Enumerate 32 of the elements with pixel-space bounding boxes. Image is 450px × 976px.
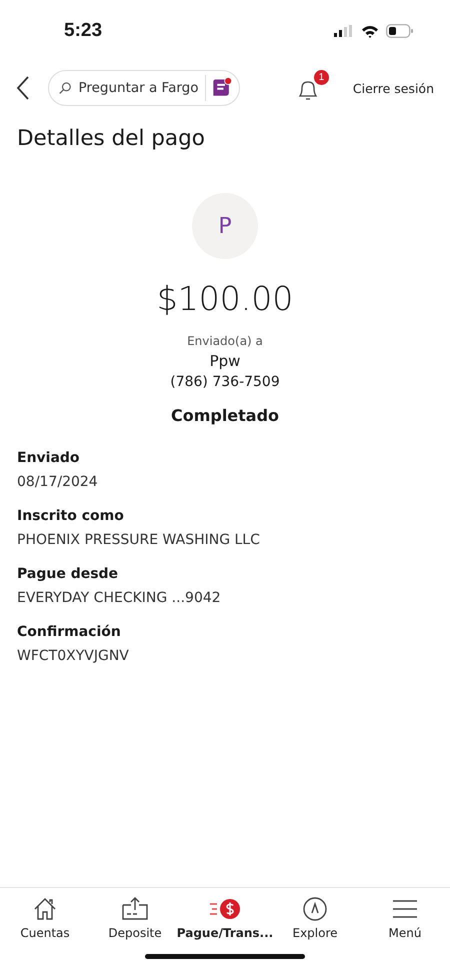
- search-icon: [59, 80, 72, 96]
- detail-label: Inscrito como: [17, 508, 125, 524]
- detail-label: Enviado: [17, 450, 81, 466]
- detail-value: 08/17/2024: [17, 474, 99, 490]
- detail-value: WFCT0XYVJGNV: [17, 648, 130, 664]
- recipient-name: Ppw: [210, 352, 240, 370]
- compass-icon: [302, 896, 328, 922]
- notification-badge: 1: [314, 70, 329, 85]
- recipient-phone: (786) 736-7509: [170, 374, 280, 390]
- detail-label: Confirmación: [17, 624, 122, 640]
- payment-status: Completado: [170, 406, 280, 425]
- detail-label: Pague desde: [17, 566, 120, 582]
- payment-amount: $100.00: [156, 279, 294, 318]
- dollar-coin-icon: [208, 896, 242, 922]
- tab-bar-item[interactable]: Pague/Trans...: [180, 896, 270, 940]
- avatar: P: [192, 193, 258, 259]
- logout-link[interactable]: Cierre sesión: [352, 80, 434, 96]
- search-bar[interactable]: Preguntar a Fargo: [48, 70, 240, 106]
- page-title: Detalles del pago: [17, 126, 206, 151]
- detail-value: EVERYDAY CHECKING ...9042: [17, 590, 222, 606]
- sent-to-label: Enviado(a) a: [187, 334, 263, 348]
- home-icon: [32, 896, 58, 922]
- search-field[interactable]: Preguntar a Fargo: [76, 79, 200, 97]
- signal-icon: [334, 25, 354, 37]
- battery-icon: [386, 24, 414, 38]
- wifi-icon: [361, 24, 379, 38]
- deposit-icon: [121, 896, 149, 922]
- status-time: 5:23: [64, 20, 102, 42]
- notifications-button[interactable]: 1: [294, 70, 329, 106]
- tab-bar-item[interactable]: Cuentas: [0, 896, 90, 940]
- tab-bar-item[interactable]: Menú: [360, 896, 450, 940]
- detail-value: PHOENIX PRESSURE WASHING LLC: [17, 532, 261, 548]
